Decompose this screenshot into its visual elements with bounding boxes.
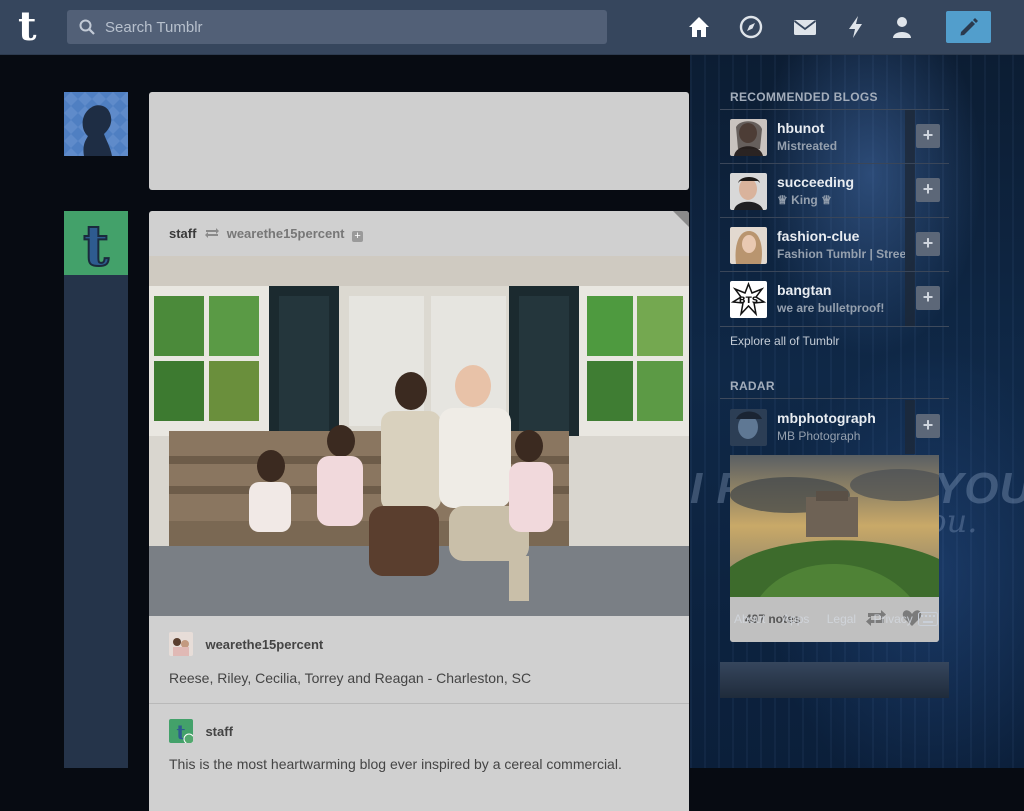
top-navigation-bar: t bbox=[0, 0, 1024, 55]
home-icon[interactable] bbox=[686, 14, 712, 40]
post-caption: Reese, Riley, Cecilia, Torrey and Reagan… bbox=[169, 670, 532, 686]
footer-link-about[interactable]: About bbox=[734, 612, 765, 626]
recommended-blog-avatar bbox=[730, 227, 767, 264]
recommended-blog-avatar bbox=[730, 119, 767, 156]
photo-attribution[interactable]: wearethe15percent bbox=[169, 632, 323, 658]
post-corner-fold[interactable] bbox=[673, 211, 689, 227]
follow-button[interactable]: + bbox=[916, 286, 940, 310]
post-body-text: This is the most heartwarming blog ever … bbox=[169, 756, 622, 772]
sidebar-rule bbox=[720, 326, 949, 327]
attribution-blog-name[interactable]: wearethe15percent bbox=[205, 637, 323, 652]
row-fade bbox=[905, 164, 915, 218]
post-header: staff wearethe15percent + bbox=[169, 226, 364, 242]
pencil-icon bbox=[960, 18, 978, 36]
account-person-icon[interactable] bbox=[889, 14, 915, 40]
staff-t-logo-icon: t bbox=[64, 211, 128, 275]
keyboard-shortcuts-icon[interactable] bbox=[918, 612, 938, 626]
compose-post-button[interactable] bbox=[946, 11, 991, 43]
search-input[interactable] bbox=[105, 10, 595, 44]
reblog-icon bbox=[205, 228, 220, 238]
recommended-blogs-heading: RECOMMENDED BLOGS bbox=[730, 90, 878, 104]
sidebar-rule bbox=[720, 398, 949, 399]
recommended-blog-title: Fashion Tumblr | Street bbox=[777, 247, 905, 261]
row-fade bbox=[905, 400, 915, 454]
radar-blog-name[interactable]: mbphotograph bbox=[777, 410, 876, 426]
post-photo-family-on-bench[interactable] bbox=[149, 256, 689, 616]
staff-mini-avatar: t bbox=[169, 719, 193, 743]
staff-attribution[interactable]: t staff bbox=[169, 719, 233, 745]
avatar-sticky-track bbox=[64, 275, 128, 768]
staff-blog-name[interactable]: staff bbox=[205, 724, 232, 739]
svg-text:BTS: BTS bbox=[739, 296, 758, 306]
recommended-blog-name[interactable]: succeeding bbox=[777, 174, 854, 190]
footer-link-privacy[interactable]: Privacy bbox=[873, 612, 912, 626]
explore-all-link[interactable]: Explore all of Tumblr bbox=[730, 334, 839, 348]
follow-button[interactable]: + bbox=[916, 414, 940, 438]
activity-lightning-icon[interactable] bbox=[843, 14, 869, 40]
recommended-blog-avatar: BTS bbox=[730, 281, 767, 318]
sidebar-footer-links: About Apps Legal Privacy bbox=[734, 612, 927, 626]
recommended-blog-title: ♕ King ♕ bbox=[777, 193, 832, 207]
svg-text:t: t bbox=[83, 213, 109, 275]
radar-heading: RADAR bbox=[730, 379, 775, 393]
silhouette-avatar-image bbox=[64, 92, 128, 156]
recommended-blog-row[interactable]: succeeding ♕ King ♕ + bbox=[720, 164, 949, 218]
sidebar-bottom-banner[interactable] bbox=[720, 662, 949, 698]
recommended-blog-name[interactable]: bangtan bbox=[777, 282, 831, 298]
reblogged-from-name[interactable]: wearethe15percent bbox=[227, 226, 345, 241]
radar-blog-avatar bbox=[730, 409, 767, 446]
recommended-blog-title: Mistreated bbox=[777, 139, 838, 153]
follow-mini-button[interactable]: + bbox=[352, 231, 364, 242]
row-fade bbox=[905, 110, 915, 164]
row-fade bbox=[905, 272, 915, 326]
row-fade bbox=[905, 218, 915, 272]
attribution-avatar bbox=[169, 632, 193, 656]
user-avatar[interactable] bbox=[64, 92, 128, 156]
radar-blog-row[interactable]: mbphotograph MB Photograph + bbox=[720, 400, 949, 454]
search-bar[interactable] bbox=[67, 10, 607, 44]
recommended-blog-title: we are bulletproof! bbox=[777, 301, 885, 315]
inbox-envelope-icon[interactable] bbox=[792, 14, 818, 40]
search-icon bbox=[79, 19, 95, 35]
explore-compass-icon[interactable] bbox=[738, 14, 764, 40]
dashboard-post: staff wearethe15percent + wearethe15perc… bbox=[149, 211, 689, 811]
staff-blog-avatar[interactable]: t bbox=[64, 211, 128, 275]
post-divider bbox=[149, 703, 689, 704]
footer-link-legal[interactable]: Legal bbox=[827, 612, 856, 626]
radar-blog-title: MB Photograph bbox=[777, 429, 861, 443]
recommended-blog-row[interactable]: fashion-clue Fashion Tumblr | Street + bbox=[720, 218, 949, 272]
post-blog-name[interactable]: staff bbox=[169, 226, 196, 241]
recommended-blog-name[interactable]: fashion-clue bbox=[777, 228, 859, 244]
recommended-blog-avatar bbox=[730, 173, 767, 210]
tumblr-logo[interactable]: t bbox=[18, 6, 50, 48]
follow-button[interactable]: + bbox=[916, 124, 940, 148]
footer-link-apps[interactable]: Apps bbox=[782, 612, 809, 626]
recommended-blog-row[interactable]: BTS bangtan we are bulletproof! + bbox=[720, 272, 949, 326]
recommended-blog-name[interactable]: hbunot bbox=[777, 120, 824, 136]
post-composer-box[interactable] bbox=[149, 92, 689, 190]
follow-button[interactable]: + bbox=[916, 178, 940, 202]
radar-photo-castle-on-hill[interactable] bbox=[730, 455, 939, 597]
recommended-blog-row[interactable]: hbunot Mistreated + bbox=[720, 110, 949, 164]
follow-button[interactable]: + bbox=[916, 232, 940, 256]
